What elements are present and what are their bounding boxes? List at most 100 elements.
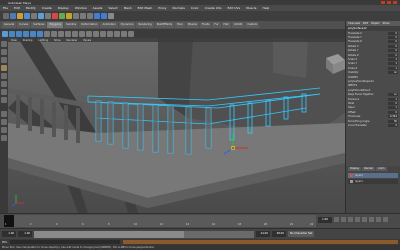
poly-cube-icon[interactable] [9, 30, 15, 37]
shelf-tab-painteffects[interactable]: PaintEffects [154, 22, 174, 28]
rotate-tool-icon[interactable] [1, 73, 7, 79]
tab-anim-layers[interactable]: Anim [376, 167, 387, 171]
render-icon[interactable] [94, 13, 100, 19]
poly-cone-icon[interactable] [23, 30, 29, 37]
current-frame-field[interactable]: 1.00 [318, 217, 332, 223]
prev-key-button[interactable] [341, 217, 346, 222]
channel-value[interactable]: on [388, 93, 398, 97]
channel-value[interactable]: 1 [388, 62, 398, 66]
extrude-icon[interactable] [72, 30, 78, 37]
shelf-tab-toon[interactable]: Toon [174, 22, 185, 28]
open-scene-icon[interactable] [17, 13, 23, 19]
animation-end-field[interactable]: 48.00 [272, 231, 286, 237]
last-tool-icon[interactable] [1, 97, 7, 103]
new-scene-icon[interactable] [10, 13, 16, 19]
play-backward-button[interactable] [355, 217, 360, 222]
channel-value[interactable]: 0 [388, 44, 398, 48]
channel-row[interactable]: Local Translate 0 [346, 123, 400, 127]
channel-value[interactable]: 1 [388, 106, 398, 110]
select-by-component-icon[interactable] [45, 13, 51, 19]
scale-tool-icon[interactable] [1, 81, 7, 87]
viewport-menu-renderer[interactable]: Renderer [67, 39, 78, 42]
snap-grid-icon[interactable] [73, 13, 79, 19]
select-by-hierarchy-icon[interactable] [31, 13, 37, 19]
poly-sphere-icon[interactable] [2, 30, 8, 37]
persp-graph-layout-icon[interactable] [1, 135, 7, 141]
next-frame-button[interactable] [369, 217, 374, 222]
channel-value[interactable]: 0 [388, 110, 398, 114]
shelf-tab-muscle[interactable]: Muscle [185, 22, 199, 28]
channel-value[interactable]: 0 [388, 53, 398, 57]
shelf-tab-fluids[interactable]: Fluids [199, 22, 212, 28]
single-perspective-layout-icon[interactable] [1, 111, 7, 117]
layer-color-swatch[interactable] [350, 174, 353, 177]
shelf-tab-general[interactable]: General [2, 22, 17, 28]
shelf-tab-dynamics[interactable]: Dynamics [118, 22, 136, 28]
tab-display-layers[interactable]: Display [348, 167, 362, 171]
lasso-tool-icon[interactable] [1, 49, 7, 55]
playback-start-field[interactable]: 1.00 [18, 231, 32, 237]
channel-value[interactable]: 1 [388, 58, 398, 62]
perspective-viewport[interactable] [8, 38, 345, 213]
shelf-tab-animation[interactable]: Animation [100, 22, 118, 28]
select-tool-icon[interactable] [1, 41, 7, 47]
close-button[interactable] [393, 1, 397, 4]
layer-color-swatch[interactable] [350, 180, 353, 183]
channel-value[interactable]: 0 [388, 123, 398, 127]
menu-set-dropdown[interactable] [3, 13, 9, 19]
channel-value[interactable]: on [388, 71, 398, 75]
prev-frame-button[interactable] [348, 217, 353, 222]
move-tool-icon[interactable] [1, 65, 7, 71]
layer-row[interactable]: layer2 [348, 173, 398, 178]
persp-outliner-layout-icon[interactable] [1, 127, 7, 133]
play-forward-button[interactable] [362, 217, 367, 222]
shelf-tab-ncloth[interactable]: nCloth [231, 22, 245, 28]
split-icon[interactable] [93, 30, 99, 37]
first-frame-button[interactable] [334, 217, 339, 222]
shelf-tab-polygons[interactable]: Polygons [47, 22, 64, 28]
snap-curve-icon[interactable] [80, 13, 86, 19]
render-settings-icon[interactable] [108, 13, 114, 19]
shelf-tab-fur[interactable]: Fur [212, 22, 221, 28]
tab-render-layers[interactable]: Render [362, 167, 376, 171]
mask-icon[interactable] [66, 13, 72, 19]
select-by-object-icon[interactable] [38, 13, 44, 19]
merge-icon[interactable] [114, 30, 120, 37]
command-input[interactable] [10, 240, 121, 244]
four-view-layout-icon[interactable] [1, 119, 7, 125]
viewport-menu-show[interactable]: Show [54, 39, 60, 42]
channel-value[interactable]: 1 [388, 97, 398, 101]
command-language-label[interactable]: MEL [2, 241, 7, 244]
edge-loop-icon[interactable] [100, 30, 106, 37]
snap-point-icon[interactable] [87, 13, 93, 19]
channel-value[interactable]: 0 [388, 36, 398, 40]
minimize-button[interactable] [381, 1, 385, 4]
channel-box-menu-channels[interactable]: Channels [348, 22, 360, 25]
save-scene-icon[interactable] [24, 13, 30, 19]
bridge-icon[interactable] [79, 30, 85, 37]
viewport-menu-shading[interactable]: Shading [23, 39, 33, 42]
channel-value[interactable]: 30 [388, 119, 398, 123]
smooth-icon[interactable] [65, 30, 71, 37]
channel-value[interactable]: 0 [388, 40, 398, 44]
channel-value[interactable]: 0.344 [388, 115, 398, 119]
last-frame-button[interactable] [383, 217, 388, 222]
poly-torus-icon[interactable] [37, 30, 43, 37]
channel-box-menu-show[interactable]: Show [382, 22, 389, 25]
playback-end-field[interactable]: 24.00 [256, 231, 270, 237]
shelf-tab-surfaces[interactable]: Surfaces [31, 22, 47, 28]
combine-icon[interactable] [44, 30, 50, 37]
shelf-tab-subdivs[interactable]: Subdivs [64, 22, 79, 28]
channel-value[interactable]: 0 [388, 49, 398, 53]
ipr-render-icon[interactable] [101, 13, 107, 19]
poly-cylinder-icon[interactable] [16, 30, 22, 37]
mask-icon[interactable] [59, 13, 65, 19]
shelf-tab-deformation[interactable]: Deformation [79, 22, 100, 28]
channel-box-menu-object[interactable]: Object [371, 22, 379, 25]
viewport-menu-view[interactable]: View [11, 39, 17, 42]
next-key-button[interactable] [376, 217, 381, 222]
manipulator-icon[interactable] [1, 89, 7, 95]
separate-icon[interactable] [51, 30, 57, 37]
animation-start-field[interactable]: 1.00 [2, 231, 16, 237]
append-icon[interactable] [86, 30, 92, 37]
